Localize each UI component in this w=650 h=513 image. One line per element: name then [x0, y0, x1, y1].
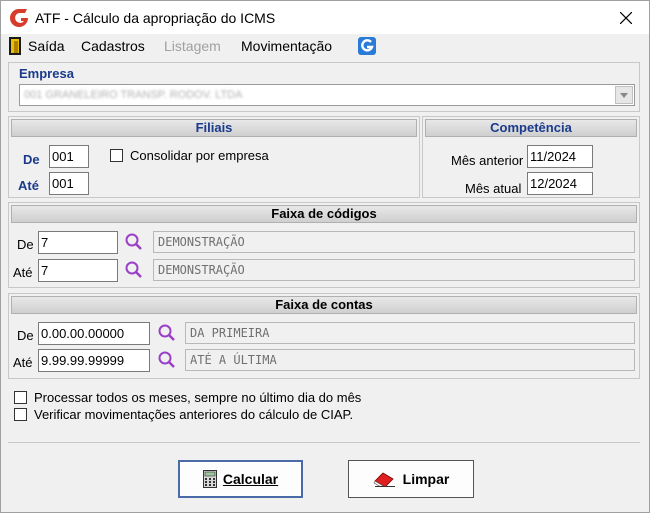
calculator-icon [202, 470, 217, 488]
faixa-contas-group: Faixa de contas De 0.00.00.00000 DA PRIM… [8, 293, 640, 379]
chevron-down-icon [620, 92, 628, 98]
mes-anterior-label: Mês anterior [451, 153, 524, 168]
search-icon[interactable] [124, 232, 144, 252]
g-logo-icon[interactable] [358, 37, 376, 55]
limpar-label: Limpar [402, 471, 450, 487]
consolidar-label: Consolidar por empresa [130, 148, 269, 163]
empresa-value: 001 GRANELEIRO TRANSP. RODOV. LTDA [24, 89, 243, 101]
codigo-de-description: DEMONSTRAÇÃO [153, 231, 635, 253]
verificar-label: Verificar movimentações anteriores do cá… [34, 407, 354, 422]
search-icon[interactable] [157, 350, 177, 370]
mes-atual-label: Mês atual [465, 181, 522, 196]
codigo-ate-input[interactable]: 7 [38, 259, 118, 282]
processar-checkbox[interactable] [14, 391, 27, 404]
atf-window: ATF - Cálculo da apropriação do ICMS Saí… [0, 0, 650, 513]
empresa-select[interactable]: 001 GRANELEIRO TRANSP. RODOV. LTDA [19, 84, 635, 106]
exit-door-icon[interactable] [9, 37, 21, 55]
filiais-group: Filiais De 001 Até 001 Consolidar por em… [8, 116, 420, 198]
conta-de-input[interactable]: 0.00.00.00000 [38, 322, 150, 345]
close-icon [620, 11, 632, 24]
filiais-de-label: De [23, 152, 40, 167]
conta-ate-label: Até [13, 355, 33, 370]
filiais-header: Filiais [11, 119, 417, 137]
codigo-de-input[interactable]: 7 [38, 231, 118, 254]
eraser-icon [373, 472, 395, 487]
empresa-group: Empresa 001 GRANELEIRO TRANSP. RODOV. LT… [8, 62, 640, 112]
search-icon[interactable] [157, 323, 177, 343]
codigo-de-label: De [17, 237, 34, 252]
menu-cadastros[interactable]: Cadastros [81, 38, 145, 54]
competencia-group: Competência Mês anterior 11/2024 Mês atu… [422, 116, 640, 198]
divider [8, 442, 640, 443]
filiais-ate-label: Até [18, 178, 39, 193]
mes-anterior-input[interactable]: 11/2024 [527, 145, 593, 168]
close-button[interactable] [603, 1, 649, 34]
window-title: ATF - Cálculo da apropriação do ICMS [35, 10, 276, 26]
empresa-label: Empresa [19, 66, 74, 81]
filial-de-input[interactable]: 001 [49, 145, 89, 168]
conta-ate-input[interactable]: 9.99.99.99999 [38, 349, 150, 372]
codigo-ate-description: DEMONSTRAÇÃO [153, 259, 635, 281]
menu-listagem: Listagem [164, 38, 221, 54]
competencia-header: Competência [425, 119, 637, 137]
verificar-checkbox[interactable] [14, 408, 27, 421]
processar-label: Processar todos os meses, sempre no últi… [34, 390, 362, 405]
mes-atual-input[interactable]: 12/2024 [527, 172, 593, 195]
filial-ate-input[interactable]: 001 [49, 172, 89, 195]
calcular-label: Calcular [222, 471, 279, 487]
search-icon[interactable] [124, 260, 144, 280]
menu-movimentacao[interactable]: Movimentação [241, 38, 332, 54]
conta-de-label: De [17, 328, 34, 343]
calcular-button[interactable]: Calcular [178, 460, 303, 498]
empresa-dropdown-button[interactable] [615, 86, 633, 104]
title-bar: ATF - Cálculo da apropriação do ICMS [1, 1, 649, 34]
consolidar-checkbox[interactable] [110, 149, 123, 162]
faixa-codigos-group: Faixa de códigos De 7 DEMONSTRAÇÃO Até 7… [8, 202, 640, 288]
app-logo-icon [10, 9, 28, 27]
faixa-contas-header: Faixa de contas [11, 296, 637, 314]
conta-de-description: DA PRIMEIRA [185, 322, 635, 344]
conta-ate-description: ATÉ A ÚLTIMA [185, 349, 635, 371]
menu-saida[interactable]: Saída [28, 38, 65, 54]
limpar-button[interactable]: Limpar [348, 460, 474, 498]
faixa-codigos-header: Faixa de códigos [11, 205, 637, 223]
codigo-ate-label: Até [13, 265, 33, 280]
